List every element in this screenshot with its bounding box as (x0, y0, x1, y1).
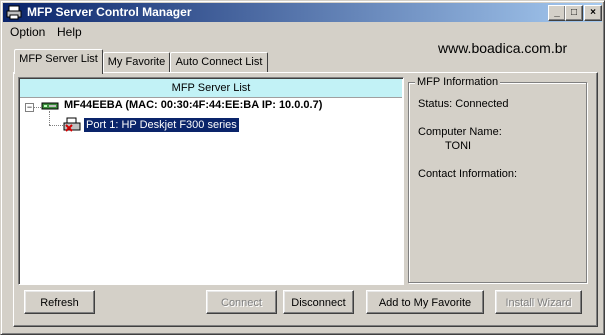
menu-bar: Option Help (3, 23, 602, 41)
tree-line (33, 107, 41, 108)
tab-my-favorite[interactable]: My Favorite (103, 52, 170, 72)
install-wizard-button[interactable]: Install Wizard (495, 290, 582, 314)
tree-line (49, 111, 50, 125)
printer-icon (6, 5, 22, 20)
menu-help[interactable]: Help (57, 25, 82, 39)
watermark-text: www.boadica.com.br (438, 40, 568, 56)
refresh-button[interactable]: Refresh (24, 290, 95, 314)
tree-port-node[interactable]: Port 1: HP Deskjet F300 series (83, 117, 240, 133)
status-text: Status: Connected (418, 98, 509, 110)
close-button[interactable]: × (584, 5, 602, 21)
mfp-information-group (408, 82, 587, 283)
maximize-button[interactable]: □ (565, 5, 583, 21)
menu-option[interactable]: Option (10, 25, 45, 39)
server-device-icon (41, 102, 59, 110)
connect-button[interactable]: Connect (206, 290, 277, 314)
list-column-header[interactable]: MFP Server List (20, 79, 402, 98)
title-bar[interactable]: MFP Server Control Manager _ □ × (3, 3, 602, 22)
add-to-favorite-button[interactable]: Add to My Favorite (366, 290, 484, 314)
contact-information-label: Contact Information: (418, 168, 518, 180)
tab-mfp-server-list[interactable]: MFP Server List (14, 49, 103, 74)
window-title: MFP Server Control Manager (27, 5, 192, 19)
disconnect-button[interactable]: Disconnect (283, 290, 354, 314)
tab-auto-connect-list[interactable]: Auto Connect List (170, 52, 268, 72)
tree-line (49, 125, 63, 126)
main-window: MFP Server Control Manager _ □ × Option … (0, 0, 605, 335)
printer-port-icon (63, 117, 81, 132)
minimize-button[interactable]: _ (548, 5, 566, 21)
computer-name-value: TONI (445, 140, 472, 152)
tree-server-node[interactable]: MF44EEBA (MAC: 00:30:4F:44:EE:BA IP: 10.… (64, 99, 322, 111)
mfp-information-title: MFP Information (415, 76, 501, 88)
computer-name-label: Computer Name: (418, 126, 502, 138)
